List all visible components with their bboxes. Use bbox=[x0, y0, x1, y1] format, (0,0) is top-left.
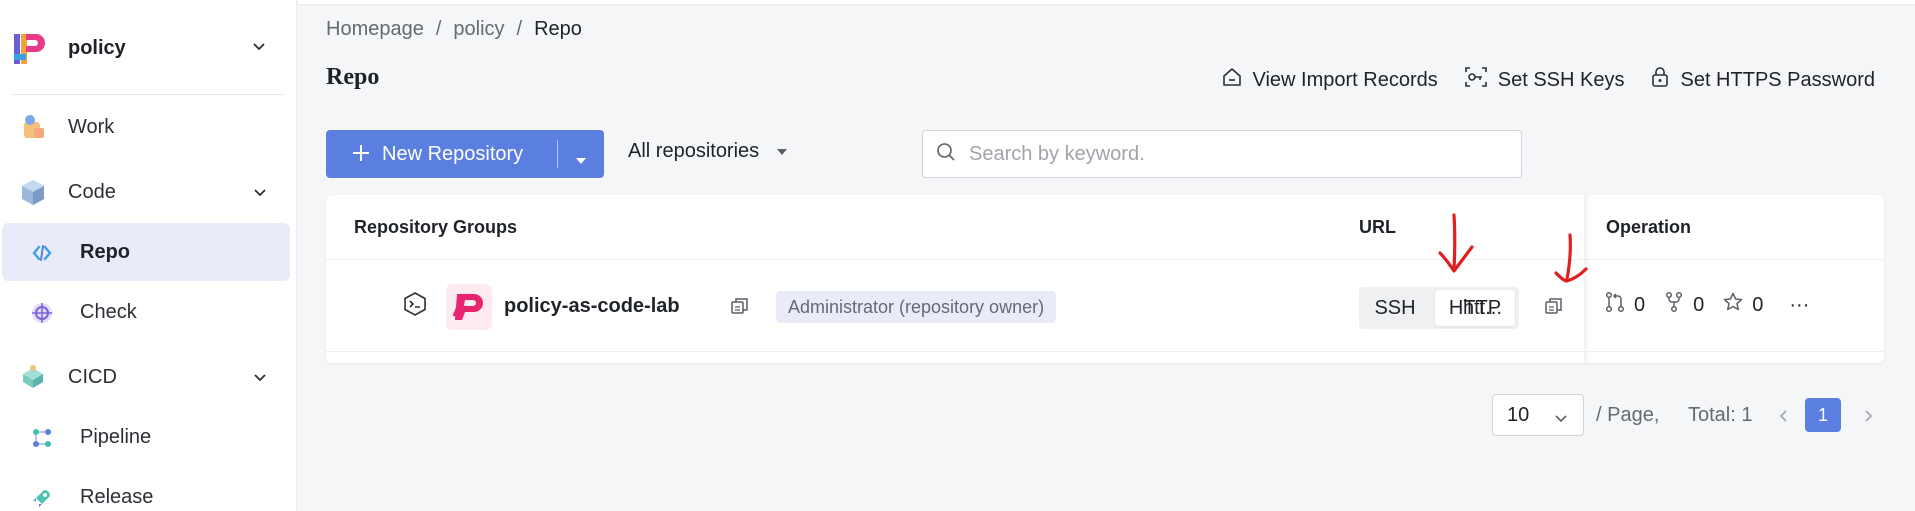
page-actions: View Import Records Set SSH Keys Set HTT… bbox=[1221, 66, 1875, 94]
set-ssh-keys-button[interactable]: Set SSH Keys bbox=[1464, 66, 1625, 94]
view-import-records-label: View Import Records bbox=[1252, 68, 1438, 91]
repository-filter-label: All repositories bbox=[628, 140, 760, 162]
lock-icon bbox=[1650, 66, 1670, 94]
view-import-records-button[interactable]: View Import Records bbox=[1221, 66, 1438, 94]
check-icon bbox=[30, 301, 54, 325]
column-header-groups: Repository Groups bbox=[354, 217, 518, 237]
terminal-repo-icon bbox=[402, 291, 428, 322]
role-badge: Administrator (repository owner) bbox=[776, 291, 1057, 323]
chevron-down-icon bbox=[1553, 409, 1569, 432]
repository-name-link[interactable]: policy-as-code-lab bbox=[504, 295, 680, 318]
breadcrumb: Homepage / policy / Repo bbox=[326, 18, 582, 41]
column-header-url: URL bbox=[1359, 217, 1396, 237]
project-switcher[interactable]: policy bbox=[12, 22, 287, 74]
annotation-arrow-http bbox=[1438, 213, 1474, 273]
stars-count: 0 bbox=[1752, 293, 1764, 316]
project-logo-icon bbox=[12, 28, 48, 68]
forks-stat[interactable]: 0 bbox=[1663, 291, 1704, 319]
sidebar-item-label: Repo bbox=[80, 240, 130, 263]
star-icon bbox=[1722, 291, 1744, 319]
page-title: Repo bbox=[326, 64, 380, 90]
sidebar-item-label: Check bbox=[80, 300, 137, 323]
clone-url-text: htt... bbox=[1463, 297, 1502, 319]
column-header-operation: Operation bbox=[1606, 217, 1692, 237]
new-repository-button[interactable]: New Repository bbox=[326, 130, 604, 178]
page-size-value: 10 bbox=[1507, 403, 1530, 426]
merge-request-icon bbox=[1604, 291, 1626, 319]
chevron-right-icon[interactable] bbox=[1860, 408, 1876, 429]
set-ssh-keys-label: Set SSH Keys bbox=[1497, 68, 1625, 91]
key-icon bbox=[1464, 66, 1488, 94]
breadcrumb-homepage[interactable]: Homepage bbox=[326, 18, 424, 41]
repo-avatar-icon[interactable] bbox=[446, 284, 492, 330]
merge-requests-count: 0 bbox=[1634, 293, 1646, 316]
home-import-icon bbox=[1221, 66, 1243, 94]
sidebar-item-repo[interactable]: Repo bbox=[2, 223, 290, 281]
chevron-down-icon[interactable] bbox=[251, 38, 267, 59]
repository-filter-dropdown[interactable]: All repositories bbox=[628, 140, 789, 163]
cicd-icon bbox=[18, 362, 48, 392]
sidebar-item-pipeline[interactable]: Pipeline bbox=[2, 408, 290, 466]
work-icon bbox=[18, 112, 48, 142]
repository-table: Repository Groups URL Operation policy-a… bbox=[326, 195, 1884, 363]
sidebar-item-release[interactable]: Release bbox=[2, 468, 290, 511]
sidebar-divider bbox=[10, 94, 285, 95]
breadcrumb-project[interactable]: policy bbox=[453, 18, 504, 41]
merge-requests-stat[interactable]: 0 bbox=[1604, 291, 1645, 319]
breadcrumb-current: Repo bbox=[534, 18, 582, 40]
annotation-arrow-copy bbox=[1554, 233, 1588, 283]
set-https-password-button[interactable]: Set HTTPS Password bbox=[1650, 66, 1875, 94]
new-repository-label: New Repository bbox=[382, 142, 524, 165]
chevron-down-icon[interactable] bbox=[252, 183, 268, 206]
sidebar-item-work[interactable]: Work bbox=[2, 98, 290, 156]
sidebar-item-label: Pipeline bbox=[80, 425, 152, 448]
search-input[interactable] bbox=[969, 142, 1489, 166]
sidebar-item-label: Code bbox=[68, 180, 116, 203]
fork-icon bbox=[1663, 291, 1685, 319]
header-divider bbox=[326, 259, 1884, 260]
set-https-password-label: Set HTTPS Password bbox=[1680, 68, 1875, 91]
sidebar-item-label: CICD bbox=[68, 365, 117, 388]
caret-down-icon[interactable] bbox=[574, 149, 588, 172]
code-icon bbox=[18, 177, 48, 207]
main-content: Homepage / policy / Repo Repo View Impor… bbox=[298, 0, 1915, 511]
copy-icon[interactable] bbox=[730, 296, 750, 321]
button-divider bbox=[557, 140, 558, 168]
sidebar: policy Work Code Repo Check CICD Pipelin… bbox=[0, 0, 297, 511]
chevron-left-icon[interactable] bbox=[1776, 408, 1792, 429]
pipeline-icon bbox=[30, 426, 54, 450]
sidebar-item-cicd[interactable]: CICD bbox=[2, 348, 290, 406]
breadcrumb-separator: / bbox=[435, 18, 442, 40]
search-icon bbox=[935, 141, 957, 168]
protocol-ssh-tab[interactable]: SSH bbox=[1359, 287, 1431, 329]
release-icon bbox=[30, 486, 54, 510]
caret-down-icon bbox=[775, 140, 789, 163]
forks-count: 0 bbox=[1693, 293, 1705, 316]
repo-icon bbox=[30, 241, 54, 265]
sidebar-item-code[interactable]: Code bbox=[2, 163, 290, 221]
row-divider bbox=[326, 351, 1884, 352]
project-name: policy bbox=[68, 36, 126, 59]
more-actions-button[interactable]: ··· bbox=[1789, 294, 1809, 317]
sidebar-item-label: Release bbox=[80, 485, 154, 508]
sidebar-item-label: Work bbox=[68, 115, 115, 138]
stars-stat[interactable]: 0 bbox=[1722, 291, 1763, 319]
chevron-down-icon[interactable] bbox=[252, 368, 268, 391]
row-operations: 0 0 0 ··· bbox=[1604, 291, 1809, 319]
search-box bbox=[922, 130, 1522, 178]
page-size-select[interactable]: 10 bbox=[1492, 394, 1584, 436]
breadcrumb-separator: / bbox=[516, 18, 523, 40]
plus-icon bbox=[350, 142, 372, 170]
total-count: Total: 1 bbox=[1688, 404, 1753, 426]
sidebar-item-check[interactable]: Check bbox=[2, 283, 290, 341]
page-button-current[interactable]: 1 bbox=[1805, 398, 1841, 432]
per-page-label: / Page, bbox=[1596, 404, 1660, 426]
copy-url-icon[interactable] bbox=[1544, 296, 1564, 321]
